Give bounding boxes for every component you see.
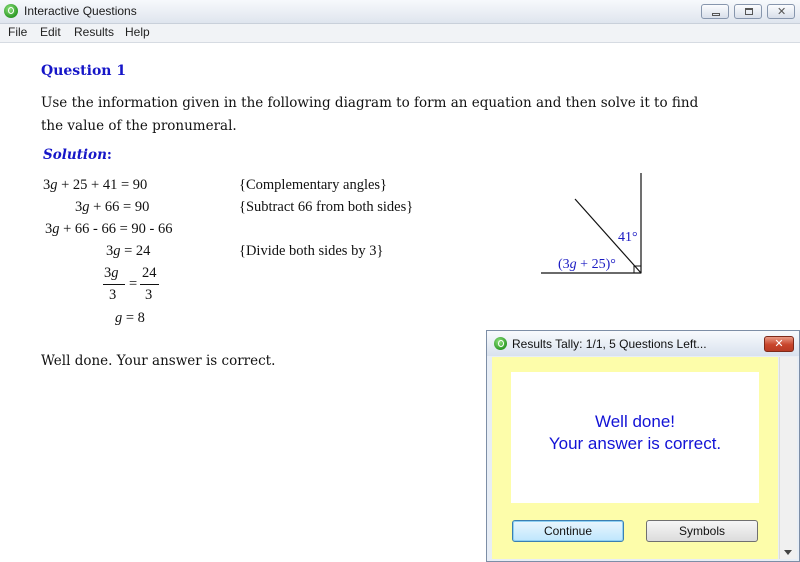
reason-1: {Complementary angles} (239, 177, 388, 193)
fraction-right-bar (140, 284, 159, 285)
results-tally-dialog: Results Tally: 1/1, 5 Questions Left... … (486, 330, 800, 562)
feedback-text: Well done. Your answer is correct. (41, 353, 276, 369)
fraction-right-numerator: 24 (142, 265, 157, 281)
angle-label-bottom: (3g + 25)° (558, 257, 616, 272)
step-3: 3g + 66 - 66 = 90 - 66 (45, 221, 173, 237)
final-answer: g = 8 (115, 310, 145, 326)
solution-heading-label: Solution (43, 147, 107, 163)
solution-heading-colon: : (106, 147, 112, 163)
message-line-2: Your answer is correct. (548, 434, 722, 453)
fraction-left-bar (103, 284, 125, 285)
maximize-button[interactable] (734, 4, 762, 19)
question-heading: Question 1 (41, 63, 127, 79)
close-window-button[interactable]: ✕ (767, 4, 795, 19)
window-title: Interactive Questions (24, 4, 137, 18)
angle-diagram: 41° (3g + 25)° (535, 170, 655, 284)
question-text: Use the information given in the followi… (41, 95, 699, 134)
fraction-equals: = (129, 276, 138, 292)
fraction-left-denominator: 3 (109, 287, 117, 303)
reason-4: {Divide both sides by 3} (239, 243, 384, 259)
message-panel: Well done! Your answer is correct. (511, 372, 759, 503)
reason-2: {Subtract 66 from both sides} (239, 199, 414, 215)
close-icon: ✕ (774, 337, 784, 350)
fraction-right-denominator: 3 (145, 287, 153, 303)
menu-file[interactable]: File (8, 25, 27, 39)
menu-results[interactable]: Results (74, 25, 114, 39)
menu-bar: File Edit Results Help (0, 24, 800, 43)
solution-heading: Solution: (43, 147, 112, 163)
symbols-button[interactable]: Symbols (646, 520, 758, 542)
angle-label-top: 41° (618, 230, 638, 245)
scroll-down-icon[interactable] (784, 550, 792, 555)
maximize-icon (745, 8, 753, 15)
menu-edit[interactable]: Edit (40, 25, 61, 39)
dialog-app-icon (494, 337, 507, 350)
dialog-title: Results Tally: 1/1, 5 Questions Left... (512, 337, 707, 351)
fraction-left-numerator: 3g (104, 265, 119, 281)
continue-button[interactable]: Continue (512, 520, 624, 542)
step-2: 3g + 66 = 90 (75, 199, 150, 215)
dialog-close-button[interactable]: ✕ (764, 336, 794, 352)
menu-help[interactable]: Help (125, 25, 150, 39)
step-1: 3g + 25 + 41 = 90 (43, 177, 148, 193)
minimize-button[interactable] (701, 4, 729, 19)
app-icon (4, 4, 18, 18)
dialog-body: Well done! Your answer is correct. Conti… (492, 357, 778, 559)
dialog-scrollbar[interactable] (779, 357, 797, 559)
close-icon: ✕ (777, 5, 787, 18)
step-4: 3g = 24 (106, 243, 151, 259)
dialog-title-bar[interactable]: Results Tally: 1/1, 5 Questions Left... … (487, 331, 799, 356)
message-line-1: Well done! (594, 412, 675, 431)
minimize-icon (712, 13, 720, 16)
title-bar: Interactive Questions ✕ (0, 0, 800, 24)
